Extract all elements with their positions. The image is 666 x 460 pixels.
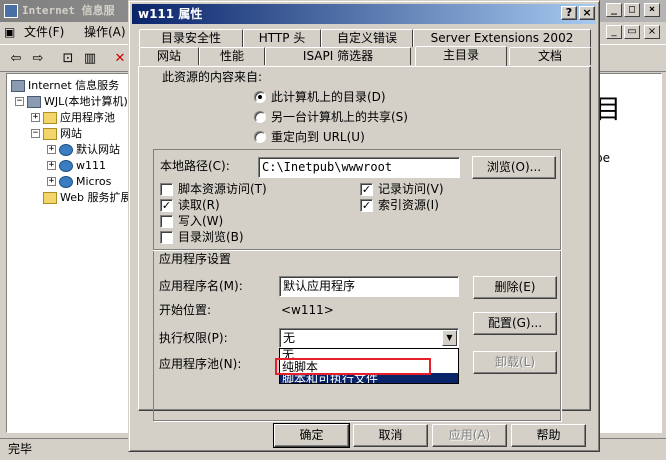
tree-pane: Internet 信息服务 − WJL(本地计算机) + 应用程序池 − 网站 … (6, 73, 134, 433)
app-pool-label: 应用程序池(N): (159, 357, 242, 371)
collapse-icon[interactable]: − (31, 129, 40, 138)
back-icon[interactable]: ⇦ (6, 49, 26, 69)
website-icon (59, 144, 73, 156)
tab-performance[interactable]: 性能 (199, 47, 265, 65)
write-label[interactable]: 写入(W) (178, 213, 223, 229)
child-minimize-button[interactable]: _ (606, 25, 622, 39)
tree-web-ext[interactable]: Web 服务扩展 (43, 190, 131, 206)
expand-icon[interactable]: + (47, 177, 56, 186)
expand-icon[interactable]: + (31, 113, 40, 122)
checkbox-read[interactable]: ✓ (160, 199, 173, 212)
child-restore-button[interactable]: ▭ (624, 25, 640, 39)
exec-permissions-value: 无 (283, 331, 296, 345)
checkbox-directory-browsing[interactable] (160, 231, 173, 244)
app-menu-icon[interactable]: ▣ (4, 22, 15, 42)
tree-w111[interactable]: w111 (59, 158, 106, 174)
website-icon (59, 176, 73, 188)
dir-browse-label[interactable]: 目录浏览(B) (178, 229, 244, 245)
maximize-button[interactable]: □ (624, 3, 640, 17)
browse-button[interactable]: 浏览(O)... (472, 156, 556, 179)
local-path-input[interactable]: C:\Inetpub\wwwroot (258, 157, 460, 178)
show-tree-icon[interactable]: ▥ (80, 49, 100, 69)
tree-websites[interactable]: 网站 (43, 126, 82, 142)
bg-title: Internet 信息服 (22, 4, 115, 17)
website-icon (59, 160, 73, 172)
radio-share-label[interactable]: 另一台计算机上的共享(S) (271, 109, 408, 125)
tab-website[interactable]: 网站 (139, 47, 199, 65)
radio-local-directory[interactable] (254, 91, 266, 103)
expand-icon[interactable]: + (47, 145, 56, 154)
folder-icon (43, 192, 57, 204)
folder-icon (43, 112, 57, 124)
properties-dialog: w111 属性 ? × 目录安全性 HTTP 头 自定义错误 Server Ex… (128, 0, 600, 452)
content-source-label: 此资源的内容来自: (162, 70, 263, 84)
log-visits-label[interactable]: 记录访问(V) (378, 181, 444, 197)
checkbox-index-resource[interactable]: ✓ (360, 199, 373, 212)
up-folder-icon[interactable]: ⊡ (58, 49, 78, 69)
exec-permissions-select[interactable]: 无 ▼ (279, 328, 459, 348)
checkbox-log-visits[interactable]: ✓ (360, 183, 373, 196)
script-access-label[interactable]: 脚本资源访问(T) (178, 181, 267, 197)
expand-icon[interactable]: + (47, 161, 56, 170)
cancel-button[interactable]: 取消 (353, 424, 428, 447)
close-icon[interactable]: × (579, 6, 595, 20)
radio-redirect-url[interactable] (254, 131, 266, 143)
minimize-button[interactable]: _ (606, 3, 622, 17)
help-button[interactable]: 帮助 (511, 424, 586, 447)
app-settings-label: 应用程序设置 (159, 252, 232, 266)
radio-redirect-label[interactable]: 重定向到 URL(U) (271, 129, 365, 145)
collapse-icon[interactable]: − (15, 97, 24, 106)
tree-default-site[interactable]: 默认网站 (59, 142, 120, 158)
tab-custom-errors[interactable]: 自定义错误 (321, 29, 413, 47)
child-close-button[interactable]: × (644, 25, 660, 39)
iis-root-icon (11, 80, 25, 92)
tab-isapi-filters[interactable]: ISAPI 筛选器 (265, 47, 411, 65)
app-name-label: 应用程序名(M): (159, 279, 243, 293)
annotation-highlight (275, 358, 431, 375)
tab-http-headers[interactable]: HTTP 头 (243, 29, 321, 47)
checkbox-write[interactable] (160, 215, 173, 228)
help-icon[interactable]: ? (561, 6, 577, 20)
tree-computer[interactable]: WJL(本地计算机) (27, 94, 128, 110)
delete-icon[interactable]: ✕ (110, 49, 130, 69)
tree-micros[interactable]: Micros (59, 174, 111, 190)
checkbox-script-access[interactable] (160, 183, 173, 196)
computer-icon (27, 96, 41, 108)
tree-app-pools[interactable]: 应用程序池 (43, 110, 115, 126)
local-path-label: 本地路径(C): (160, 159, 230, 173)
tree-root[interactable]: Internet 信息服务 (11, 78, 119, 94)
start-position-value: <w111> (281, 303, 334, 317)
tab-home-directory[interactable]: 主目录 (415, 46, 507, 66)
radio-local-label[interactable]: 此计算机上的目录(D) (271, 89, 386, 105)
iis-icon (4, 4, 18, 18)
start-position-label: 开始位置: (159, 303, 212, 317)
forward-icon[interactable]: ⇨ (28, 49, 48, 69)
unload-button[interactable]: 卸载(L) (473, 351, 557, 374)
dialog-titlebar: w111 属性 ? × (132, 4, 596, 24)
index-resource-label[interactable]: 索引资源(I) (378, 197, 439, 213)
menu-action[interactable]: 操作(A) (84, 22, 126, 42)
configure-button[interactable]: 配置(G)... (473, 312, 557, 335)
remove-button[interactable]: 删除(E) (473, 276, 557, 299)
radio-network-share[interactable] (254, 111, 266, 123)
app-name-input[interactable]: 默认应用程序 (279, 276, 459, 297)
dropdown-arrow-icon[interactable]: ▼ (442, 330, 457, 346)
read-label[interactable]: 读取(R) (178, 197, 220, 213)
apply-button[interactable]: 应用(A) (432, 424, 507, 447)
exec-permissions-label: 执行权限(P): (159, 331, 228, 345)
close-button[interactable]: × (644, 3, 660, 17)
ok-button[interactable]: 确定 (273, 423, 350, 448)
folder-icon (43, 128, 57, 140)
dialog-title: w111 属性 (138, 7, 203, 21)
tab-documents[interactable]: 文档 (509, 47, 591, 65)
tab-server-extensions[interactable]: Server Extensions 2002 (413, 29, 591, 47)
tab-directory-security[interactable]: 目录安全性 (139, 29, 243, 47)
menu-file[interactable]: 文件(F) (24, 22, 64, 42)
